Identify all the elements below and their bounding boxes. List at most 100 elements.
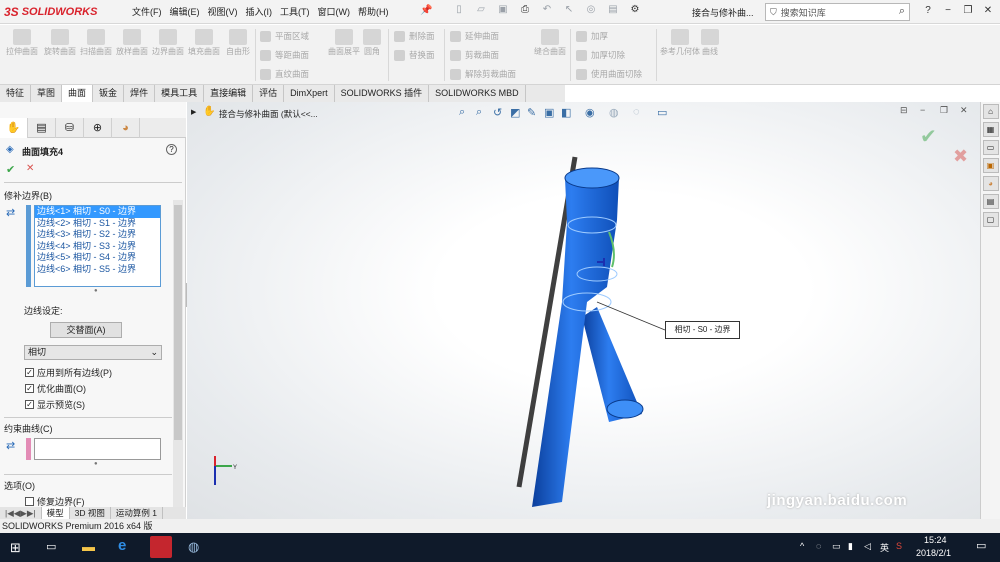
volume-icon[interactable]: ◁ [864, 541, 880, 554]
planar-surface-button[interactable]: 平面区域 [260, 28, 309, 44]
patch-boundary-header[interactable]: 修补边界(B) [4, 189, 52, 202]
thicken-button[interactable]: 加厚 [576, 28, 608, 44]
search-knowledge-base-input[interactable]: ⛉ 搜索知识库 ⌕ [765, 3, 910, 21]
view-palette-icon[interactable]: ▣ [982, 158, 999, 173]
panel-scrollbar[interactable] [173, 200, 183, 508]
list-item[interactable]: 边线<4> 相切 - S3 - 边界 [35, 241, 160, 253]
dimxpert-manager-tab-icon[interactable]: ⊕ [84, 118, 112, 138]
help-icon[interactable]: ? [918, 5, 938, 16]
boundary-surface-button[interactable]: 边界曲面 [148, 27, 188, 83]
condition-select[interactable]: 相切 ⌄ [24, 345, 162, 360]
select-arrow-icon[interactable]: ↖ [558, 4, 580, 20]
windows-start-icon[interactable]: ⊞ [10, 540, 21, 556]
print-icon[interactable]: ⎙ [514, 4, 536, 20]
menu-edit[interactable]: 编辑(E) [170, 5, 200, 18]
menu-help[interactable]: 帮助(H) [358, 5, 389, 18]
resize-handle[interactable]: ● [94, 288, 98, 294]
pin-icon[interactable]: 📌 [420, 5, 432, 16]
save-icon[interactable]: ▣ [492, 4, 514, 20]
cut-with-surface-button[interactable]: 使用曲面切除 [576, 66, 642, 82]
search-icon[interactable]: ⌕ [899, 5, 905, 18]
options-header[interactable]: 选项(O) [4, 479, 35, 492]
optimize-surface-checkbox[interactable]: ✓ 优化曲面(O) [25, 382, 86, 395]
tray-app-icon[interactable]: ◌ [816, 541, 832, 554]
model-geometry[interactable]: Y [187, 102, 980, 519]
tab-3d-view[interactable]: 3D 视图 [70, 507, 111, 519]
list-item[interactable]: 边线<3> 相切 - S2 - 边界 [35, 229, 160, 241]
offset-surface-button[interactable]: 等距曲面 [260, 47, 309, 63]
revolved-surface-button[interactable]: 旋转曲面 [40, 27, 80, 83]
help-icon[interactable]: ? [166, 144, 177, 155]
menu-file[interactable]: 文件(F) [132, 5, 162, 18]
tray-overflow-icon[interactable]: ^ [800, 541, 816, 554]
tab-mbd[interactable]: SOLIDWORKS MBD [429, 85, 526, 102]
curves-button[interactable]: 曲线 [690, 27, 730, 83]
solidworks-logo[interactable]: 3S SOLIDWORKS [4, 3, 114, 21]
list-item[interactable]: 边线<5> 相切 - S4 - 边界 [35, 252, 160, 264]
tab-sketch[interactable]: 草图 [31, 85, 63, 102]
edge-callout[interactable]: 相切 - S0 - 边界 [665, 321, 740, 339]
tab-features[interactable]: 特征 [0, 85, 32, 102]
clock-time[interactable]: 15:24 [924, 535, 947, 545]
knit-surface-button[interactable]: 缝合曲面 [530, 27, 570, 83]
file-properties-icon[interactable]: ▤ [602, 4, 624, 20]
forum-icon[interactable]: ▢ [982, 212, 999, 227]
feature-manager-tab-icon[interactable]: ✋ [0, 118, 28, 138]
appearances-icon[interactable]: ◕ [982, 176, 999, 191]
ruled-surface-button[interactable]: 直纹曲面 [260, 66, 309, 82]
trim-surface-button[interactable]: 剪裁曲面 [450, 47, 499, 63]
clock-date[interactable]: 2018/2/1 [916, 548, 951, 558]
rebuild-icon[interactable]: ◎ [580, 4, 602, 20]
ok-button[interactable]: ✔ [6, 163, 15, 176]
tab-sheet-metal[interactable]: 钣金 [93, 85, 125, 102]
tab-evaluate[interactable]: 评估 [253, 85, 285, 102]
tab-weldments[interactable]: 焊件 [124, 85, 156, 102]
input-method-icon[interactable]: S [896, 541, 912, 554]
new-document-icon[interactable]: ▯ [448, 4, 470, 20]
menu-tools[interactable]: 工具(T) [280, 5, 310, 18]
display-manager-tab-icon[interactable]: ◕ [112, 118, 140, 138]
extruded-surface-button[interactable]: 拉伸曲面 [2, 27, 42, 83]
custom-properties-icon[interactable]: ▤ [982, 194, 999, 209]
menu-insert[interactable]: 插入(I) [246, 5, 273, 18]
tab-add-ins[interactable]: SOLIDWORKS 插件 [335, 85, 430, 102]
options-gear-icon[interactable]: ⚙ [624, 4, 646, 20]
cancel-button[interactable]: ✕ [26, 163, 34, 174]
alternate-face-button[interactable]: 交替面(A) [50, 322, 122, 338]
scroll-thumb[interactable] [174, 205, 182, 440]
app-taskbar-icon[interactable]: ◍ [188, 539, 199, 555]
show-preview-checkbox[interactable]: ✓ 显示预览(S) [25, 398, 85, 411]
tab-surfaces[interactable]: 曲面 [62, 85, 94, 102]
menu-window[interactable]: 窗口(W) [318, 5, 351, 18]
undo-icon[interactable]: ↶ [536, 4, 558, 20]
resize-handle[interactable]: ● [94, 461, 98, 467]
constraint-curve-list[interactable] [34, 438, 161, 460]
open-folder-icon[interactable]: ▱ [470, 4, 492, 20]
nav-arrows-icon[interactable]: |◀◀▶▶| [0, 507, 42, 519]
network-icon[interactable]: ▭ [832, 541, 848, 554]
untrim-surface-button[interactable]: 解除剪裁曲面 [450, 66, 516, 82]
battery-icon[interactable]: ▮ [848, 541, 864, 554]
list-item[interactable]: 边线<6> 相切 - S5 - 边界 [35, 264, 160, 276]
tab-mold-tools[interactable]: 模具工具 [155, 85, 205, 102]
tab-motion-study[interactable]: 运动算例 1 [111, 507, 163, 519]
constraint-curves-header[interactable]: 约束曲线(C) [4, 422, 53, 435]
task-view-icon[interactable]: ▭ [46, 540, 56, 553]
home-icon[interactable]: ⌂ [982, 104, 999, 119]
file-explorer-taskbar-icon[interactable]: ▬ [82, 539, 95, 554]
edge-selection-list[interactable]: 边线<1> 相切 - S0 - 边界 边线<2> 相切 - S1 - 边界 边线… [34, 205, 161, 287]
configuration-manager-tab-icon[interactable]: ⛁ [56, 118, 84, 138]
fillet-button[interactable]: 圆角 [352, 27, 392, 83]
property-manager-tab-icon[interactable]: ▤ [28, 118, 56, 138]
replace-face-button[interactable]: 替换面 [394, 47, 435, 63]
solidworks-taskbar-icon[interactable] [150, 536, 172, 558]
restore-button[interactable]: ❐ [958, 5, 978, 16]
edge-browser-icon[interactable]: e [118, 537, 126, 554]
freeform-button[interactable]: 自由形 [218, 27, 258, 83]
minimize-button[interactable]: − [938, 5, 958, 16]
list-item[interactable]: 边线<1> 相切 - S0 - 边界 [35, 206, 160, 218]
design-library-icon[interactable]: ▦ [982, 122, 999, 137]
close-button[interactable]: ✕ [978, 5, 998, 16]
graphics-area[interactable]: ▶ ✋ 接合与修补曲面 (默认<<... ⌕ ⌕ ↺ ◩ ✎ ▣ ◧ ◉ ◍ ◌… [187, 102, 980, 519]
menu-view[interactable]: 视图(V) [208, 5, 238, 18]
